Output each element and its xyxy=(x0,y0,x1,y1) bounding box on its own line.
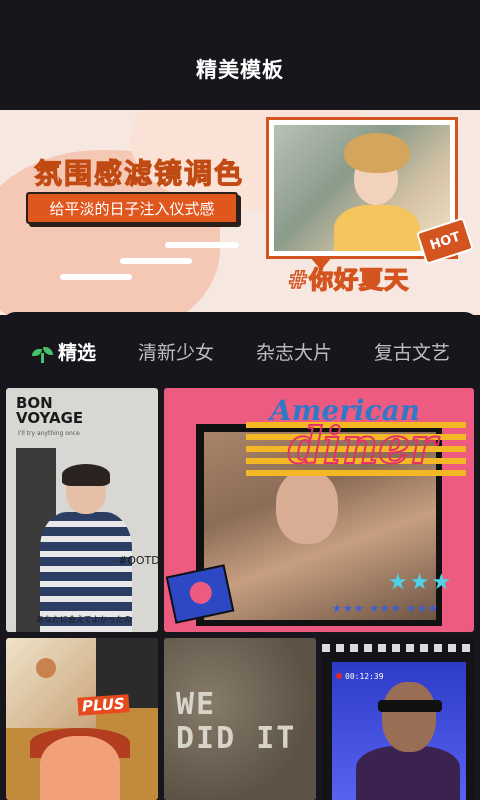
card-title: BON VOYAGE xyxy=(16,394,84,427)
card-photo-face xyxy=(40,736,120,800)
star-icons-small: ★★★ ★★★ ★★★ xyxy=(332,602,439,615)
card-photo-body xyxy=(356,746,460,800)
banner-tagline: #你好夏天 xyxy=(287,265,410,295)
status-bar xyxy=(0,0,480,30)
card-photo xyxy=(34,464,134,632)
tab-featured[interactable]: 精选 xyxy=(32,338,96,365)
sprout-icon xyxy=(32,346,54,363)
banner-decoration xyxy=(120,258,192,264)
card-chalk-text: WE DID IT xyxy=(176,687,297,756)
page-title: 精美模板 xyxy=(196,58,284,82)
banner-headline: 氛围感滤镜调色 xyxy=(33,157,245,191)
card-script-title: diner xyxy=(287,415,437,476)
template-card-american-diner[interactable]: American diner ★★★ ★★★ ★★★ ★★★ xyxy=(164,388,474,632)
page-header: 精美模板 xyxy=(0,30,480,108)
star-icons: ★★★ xyxy=(388,570,454,595)
tab-label: 精选 xyxy=(58,342,97,364)
banner-decoration xyxy=(165,242,239,248)
template-card-we-did-it[interactable]: WE DID IT xyxy=(164,638,316,800)
sunglasses-icon xyxy=(378,700,442,712)
record-dot-icon xyxy=(336,673,342,679)
record-timecode: 00:12:39 xyxy=(336,672,384,681)
banner-decoration xyxy=(60,274,132,280)
card-tag: #OOTD xyxy=(118,554,158,567)
tab-retro[interactable]: 复古文艺 xyxy=(374,338,450,365)
card-photo-face xyxy=(382,682,436,752)
card-subtitle: I'll try anything once xyxy=(18,430,80,437)
tab-magazine[interactable]: 杂志大片 xyxy=(256,338,332,365)
template-card-film[interactable]: 00:12:39 xyxy=(322,638,474,800)
category-tabs: 精选 清新少女 杂志大片 复古文艺 xyxy=(0,328,480,380)
film-sprocket xyxy=(322,644,474,652)
template-card-collage[interactable]: PLUS xyxy=(6,638,158,800)
card-photo-face xyxy=(276,470,338,544)
tab-fresh-girl[interactable]: 清新少女 xyxy=(138,338,214,365)
banner-subline: 给平淡的日子注入仪式感 xyxy=(26,192,238,224)
template-card-bon-voyage[interactable]: BON VOYAGE I'll try anything once #OOTD あ… xyxy=(6,388,158,632)
card-caption: あなたに会えてよかったの xyxy=(36,615,132,624)
promo-banner[interactable]: 氛围感滤镜调色 给平淡的日子注入仪式感 HOT #你好夏天 xyxy=(0,110,480,315)
rose-icon xyxy=(36,658,56,678)
card-badge: PLUS xyxy=(77,694,130,716)
